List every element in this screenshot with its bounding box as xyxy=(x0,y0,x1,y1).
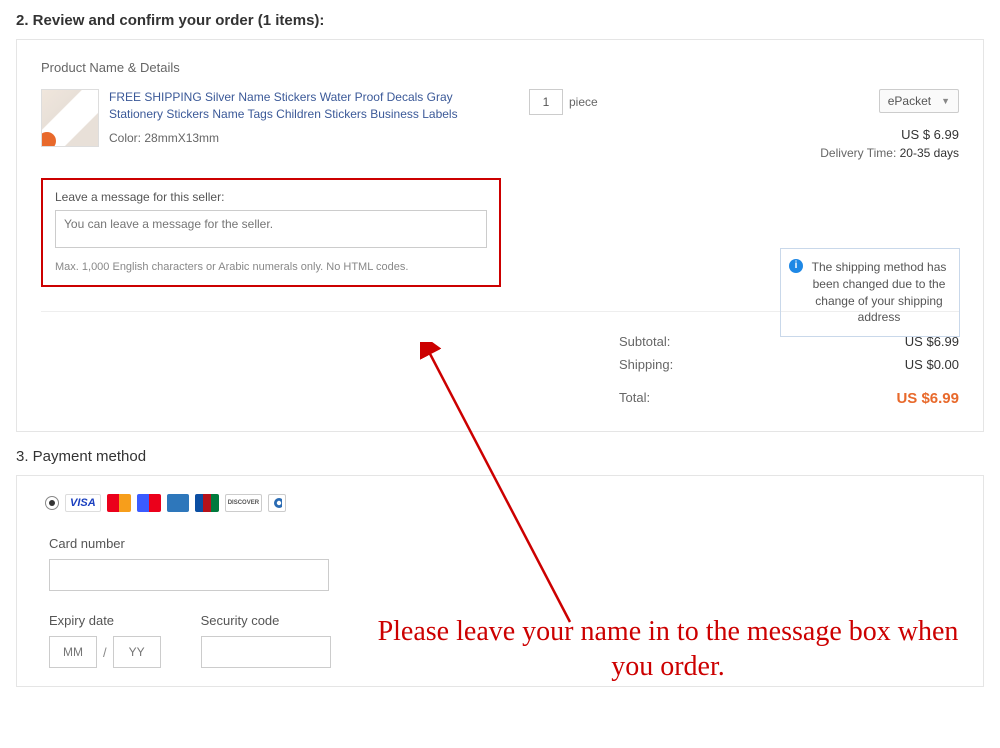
security-code-input[interactable] xyxy=(201,636,331,668)
card-number-input[interactable] xyxy=(49,559,329,591)
product-title-link[interactable]: FREE SHIPPING Silver Name Stickers Water… xyxy=(109,89,469,123)
info-icon: i xyxy=(789,259,803,273)
notice-text: The shipping method has been changed due… xyxy=(812,260,947,324)
delivery-label: Delivery Time: xyxy=(820,146,896,160)
delivery-time: Delivery Time: 20-35 days xyxy=(739,146,959,160)
payment-section-title: 3. Payment method xyxy=(0,448,1000,475)
total-label: Total: xyxy=(619,390,650,407)
expiry-month-input[interactable] xyxy=(49,636,97,668)
expiry-separator: / xyxy=(103,645,107,660)
variant-value: 28mmX13mm xyxy=(144,131,219,145)
total-value: US $6.99 xyxy=(896,390,959,407)
card-payment-radio[interactable] xyxy=(45,496,59,510)
subtotal-label: Subtotal: xyxy=(619,334,670,349)
seller-message-textarea[interactable] xyxy=(55,210,487,248)
seller-message-hint: Max. 1,000 English characters or Arabic … xyxy=(55,261,487,273)
delivery-value: 20-35 days xyxy=(900,146,959,160)
expiry-year-input[interactable] xyxy=(113,636,161,668)
shipping-value: US $0.00 xyxy=(905,357,959,372)
mastercard-logo-icon xyxy=(107,494,131,512)
expiry-label: Expiry date xyxy=(49,613,161,628)
quantity-input[interactable] xyxy=(529,89,563,115)
amex-logo-icon xyxy=(167,494,189,512)
annotation-text: Please leave your name in to the message… xyxy=(358,614,978,684)
security-code-label: Security code xyxy=(201,613,331,628)
quantity-unit: piece xyxy=(569,89,598,115)
product-variant: Color: 28mmX13mm xyxy=(109,131,469,145)
product-details-header: Product Name & Details xyxy=(41,60,959,75)
seller-message-label: Leave a message for this seller: xyxy=(55,190,487,204)
review-section-title: 2. Review and confirm your order (1 item… xyxy=(0,0,1000,39)
card-number-label: Card number xyxy=(49,536,955,551)
maestro-logo-icon xyxy=(137,494,161,512)
product-thumbnail[interactable] xyxy=(41,89,99,147)
visa-logo-icon: VISA xyxy=(65,494,101,512)
diners-logo-icon xyxy=(268,494,286,512)
shipping-method-value: ePacket xyxy=(888,94,931,108)
shipping-change-notice: i The shipping method has been changed d… xyxy=(780,248,960,337)
chevron-down-icon: ▼ xyxy=(941,96,950,106)
variant-label: Color: xyxy=(109,131,141,145)
line-price: US $ 6.99 xyxy=(739,127,959,142)
order-review-panel: Product Name & Details FREE SHIPPING Sil… xyxy=(16,39,984,432)
jcb-logo-icon xyxy=(195,494,219,512)
product-row: FREE SHIPPING Silver Name Stickers Water… xyxy=(41,89,959,160)
shipping-method-select[interactable]: ePacket ▼ xyxy=(879,89,959,113)
seller-message-box: Leave a message for this seller: Max. 1,… xyxy=(41,178,501,287)
discover-logo-icon: DISCOVER xyxy=(225,494,262,512)
shipping-label: Shipping: xyxy=(619,357,673,372)
